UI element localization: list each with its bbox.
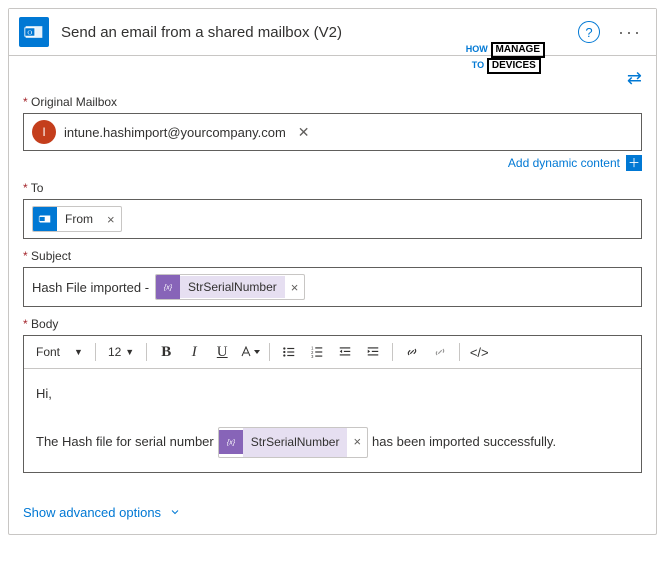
outlook-token-icon	[33, 207, 57, 231]
field-original-mailbox: Original Mailbox I intune.hashimport@you…	[23, 95, 642, 171]
font-family-label: Font	[36, 345, 60, 359]
svg-text:3: 3	[311, 354, 314, 359]
help-icon[interactable]: ?	[578, 21, 600, 43]
token-serial-subject-label: StrSerialNumber	[180, 276, 285, 298]
mailbox-chip: I intune.hashimport@yourcompany.com ✕	[32, 120, 314, 144]
editor-content[interactable]: Hi, The Hash file for serial number {x} …	[24, 369, 641, 472]
more-icon[interactable]: ···	[614, 22, 646, 43]
body-text-before: The Hash file for serial number	[36, 431, 214, 453]
field-body: Body Font ▼ 12 ▼ B I U	[23, 317, 642, 473]
label-body: Body	[23, 317, 642, 331]
bold-button[interactable]: B	[153, 340, 179, 364]
variable-icon: {x}	[219, 430, 243, 454]
token-from-label: From	[57, 208, 101, 230]
label-to: To	[23, 181, 642, 195]
caret-down-icon: ▼	[74, 347, 83, 357]
underline-button[interactable]: U	[209, 340, 235, 364]
separator	[459, 343, 460, 361]
variable-icon: {x}	[156, 275, 180, 299]
remove-serial-subject-icon[interactable]: ×	[285, 280, 305, 295]
outlook-icon: O	[19, 17, 49, 47]
token-serial-subject: {x} StrSerialNumber ×	[155, 274, 305, 300]
separator	[269, 343, 270, 361]
editor-toolbar: Font ▼ 12 ▼ B I U	[24, 336, 641, 369]
token-from: From ×	[32, 206, 122, 232]
separator	[95, 343, 96, 361]
card-body: ⇄ Original Mailbox I intune.hashimport@y…	[9, 56, 656, 497]
svg-text:O: O	[27, 30, 32, 37]
number-list-button[interactable]: 123	[304, 340, 330, 364]
bullet-list-button[interactable]	[276, 340, 302, 364]
font-size-label: 12	[108, 345, 121, 359]
field-subject: Subject Hash File imported - {x} StrSeri…	[23, 249, 642, 307]
input-original-mailbox[interactable]: I intune.hashimport@yourcompany.com ✕	[23, 113, 642, 151]
show-advanced-label: Show advanced options	[23, 505, 161, 520]
show-advanced-link[interactable]: Show advanced options	[23, 505, 181, 520]
separator	[392, 343, 393, 361]
remove-from-token-icon[interactable]: ×	[101, 212, 121, 227]
remove-mailbox-icon[interactable]: ✕	[294, 124, 314, 141]
token-serial-body: {x} StrSerialNumber ×	[218, 427, 368, 457]
add-dynamic-content-link[interactable]: Add dynamic content	[508, 156, 620, 170]
unlink-button[interactable]	[427, 340, 453, 364]
remove-serial-body-icon[interactable]: ×	[347, 431, 367, 453]
italic-button[interactable]: I	[181, 340, 207, 364]
mailbox-email: intune.hashimport@yourcompany.com	[64, 125, 286, 140]
caret-down-icon: ▼	[125, 347, 134, 357]
input-subject[interactable]: Hash File imported - {x} StrSerialNumber…	[23, 267, 642, 307]
rich-editor: Font ▼ 12 ▼ B I U	[23, 335, 642, 473]
indent-button[interactable]	[360, 340, 386, 364]
link-button[interactable]	[399, 340, 425, 364]
swap-icon[interactable]: ⇄	[627, 68, 642, 89]
token-serial-body-label: StrSerialNumber	[243, 428, 348, 456]
svg-text:{x}: {x}	[164, 284, 173, 291]
body-greeting: Hi,	[36, 383, 629, 405]
card-title: Send an email from a shared mailbox (V2)	[61, 24, 578, 41]
font-color-button[interactable]	[237, 340, 263, 364]
input-to[interactable]: From ×	[23, 199, 642, 239]
subject-prefix: Hash File imported -	[32, 280, 149, 295]
font-family-select[interactable]: Font ▼	[30, 343, 89, 361]
code-view-button[interactable]: </>	[466, 340, 492, 364]
label-subject: Subject	[23, 249, 642, 263]
outdent-button[interactable]	[332, 340, 358, 364]
separator	[146, 343, 147, 361]
add-dynamic-content-icon[interactable]: ＋	[626, 155, 642, 171]
label-original-mailbox: Original Mailbox	[23, 95, 642, 109]
action-card: O Send an email from a shared mailbox (V…	[8, 8, 657, 535]
field-to: To From ×	[23, 181, 642, 239]
chevron-down-icon	[169, 506, 181, 518]
avatar: I	[32, 120, 56, 144]
card-header: O Send an email from a shared mailbox (V…	[9, 9, 656, 56]
svg-text:{x}: {x}	[227, 440, 236, 447]
body-text-after: has been imported successfully.	[372, 431, 556, 453]
font-size-select[interactable]: 12 ▼	[102, 343, 140, 361]
